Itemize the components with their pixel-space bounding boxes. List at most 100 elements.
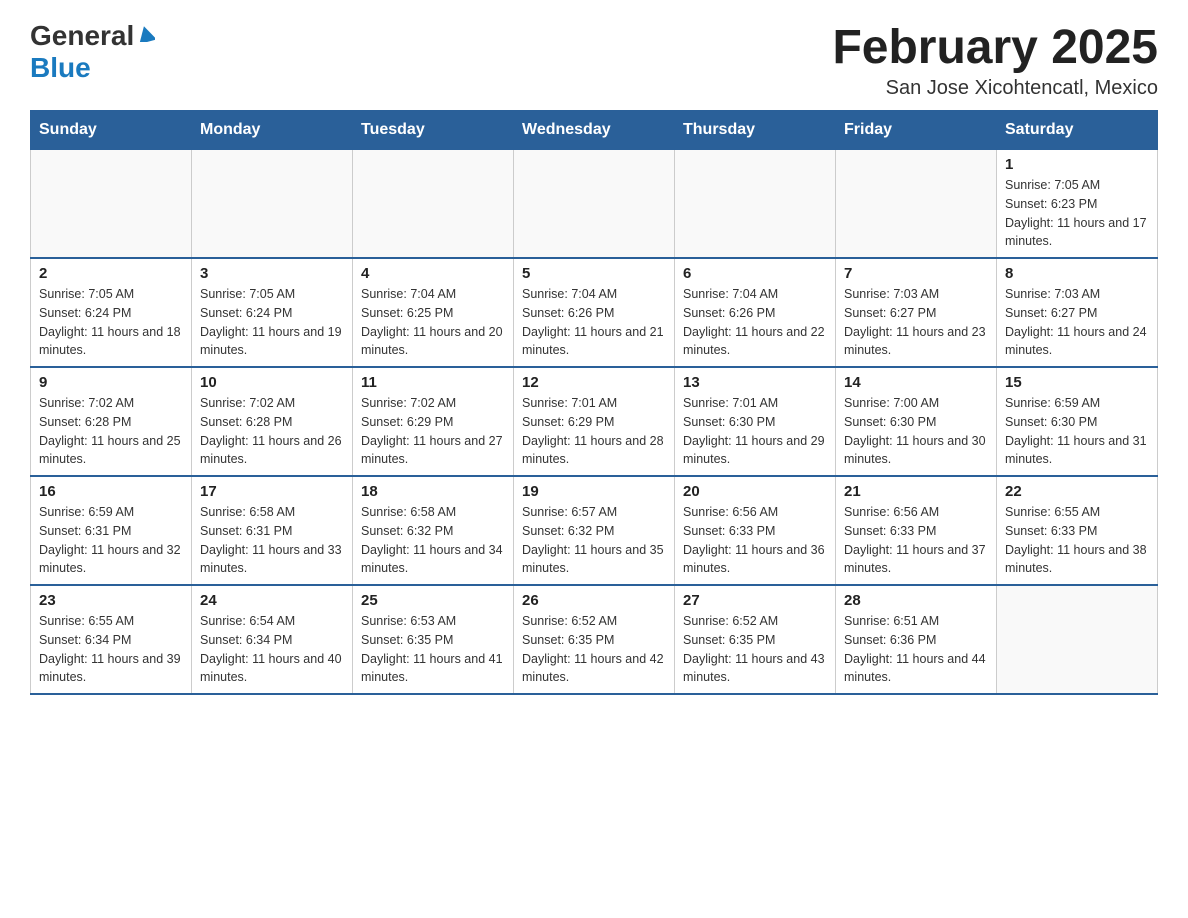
calendar-cell: 26 Sunrise: 6:52 AM Sunset: 6:35 PM Dayli… [514,585,675,694]
day-number: 2 [39,265,183,282]
day-number: 11 [361,374,505,391]
day-info: Sunrise: 6:55 AM Sunset: 6:34 PM Dayligh… [39,612,183,687]
day-info: Sunrise: 7:02 AM Sunset: 6:29 PM Dayligh… [361,394,505,469]
day-number: 13 [683,374,827,391]
calendar-week-row: 16 Sunrise: 6:59 AM Sunset: 6:31 PM Dayli… [31,476,1158,585]
day-info: Sunrise: 6:52 AM Sunset: 6:35 PM Dayligh… [522,612,666,687]
calendar-cell [353,150,514,259]
calendar-cell: 13 Sunrise: 7:01 AM Sunset: 6:30 PM Dayli… [675,367,836,476]
day-info: Sunrise: 7:04 AM Sunset: 6:25 PM Dayligh… [361,285,505,360]
logo-triangle-icon [137,26,155,47]
calendar-cell: 15Sunrise: 6:59 AM Sunset: 6:30 PM Dayli… [997,367,1158,476]
day-number: 3 [200,265,344,282]
day-number: 19 [522,483,666,500]
calendar-cell [836,150,997,259]
calendar-cell [675,150,836,259]
day-info: Sunrise: 6:52 AM Sunset: 6:35 PM Dayligh… [683,612,827,687]
day-info: Sunrise: 6:58 AM Sunset: 6:32 PM Dayligh… [361,503,505,578]
day-info: Sunrise: 6:57 AM Sunset: 6:32 PM Dayligh… [522,503,666,578]
day-number: 10 [200,374,344,391]
day-number: 7 [844,265,988,282]
day-info: Sunrise: 7:02 AM Sunset: 6:28 PM Dayligh… [39,394,183,469]
day-info: Sunrise: 7:01 AM Sunset: 6:29 PM Dayligh… [522,394,666,469]
day-info: Sunrise: 7:03 AM Sunset: 6:27 PM Dayligh… [1005,285,1149,360]
calendar-cell [514,150,675,259]
weekday-header-tuesday: Tuesday [353,111,514,150]
calendar-cell: 20 Sunrise: 6:56 AM Sunset: 6:33 PM Dayli… [675,476,836,585]
day-info: Sunrise: 6:51 AM Sunset: 6:36 PM Dayligh… [844,612,988,687]
day-number: 18 [361,483,505,500]
page-header: General Blue February 2025 San Jose Xico… [30,20,1158,100]
day-info: Sunrise: 7:01 AM Sunset: 6:30 PM Dayligh… [683,394,827,469]
day-number: 16 [39,483,183,500]
weekday-header-sunday: Sunday [31,111,192,150]
calendar-cell: 19 Sunrise: 6:57 AM Sunset: 6:32 PM Dayli… [514,476,675,585]
calendar-header-row: SundayMondayTuesdayWednesdayThursdayFrid… [31,111,1158,150]
weekday-header-thursday: Thursday [675,111,836,150]
calendar-cell: 8Sunrise: 7:03 AM Sunset: 6:27 PM Daylig… [997,258,1158,367]
day-number: 5 [522,265,666,282]
day-info: Sunrise: 7:05 AM Sunset: 6:23 PM Dayligh… [1005,176,1149,251]
calendar-cell [997,585,1158,694]
logo-blue-text: Blue [30,52,91,83]
calendar-cell: 11 Sunrise: 7:02 AM Sunset: 6:29 PM Dayli… [353,367,514,476]
day-info: Sunrise: 7:00 AM Sunset: 6:30 PM Dayligh… [844,394,988,469]
day-number: 6 [683,265,827,282]
day-info: Sunrise: 7:05 AM Sunset: 6:24 PM Dayligh… [200,285,344,360]
calendar-cell: 7 Sunrise: 7:03 AM Sunset: 6:27 PM Daylig… [836,258,997,367]
day-info: Sunrise: 7:04 AM Sunset: 6:26 PM Dayligh… [683,285,827,360]
day-number: 21 [844,483,988,500]
day-info: Sunrise: 6:56 AM Sunset: 6:33 PM Dayligh… [844,503,988,578]
day-number: 1 [1005,156,1149,173]
day-info: Sunrise: 6:53 AM Sunset: 6:35 PM Dayligh… [361,612,505,687]
day-number: 12 [522,374,666,391]
day-info: Sunrise: 7:02 AM Sunset: 6:28 PM Dayligh… [200,394,344,469]
day-info: Sunrise: 7:03 AM Sunset: 6:27 PM Dayligh… [844,285,988,360]
day-info: Sunrise: 6:54 AM Sunset: 6:34 PM Dayligh… [200,612,344,687]
calendar-cell: 27 Sunrise: 6:52 AM Sunset: 6:35 PM Dayli… [675,585,836,694]
calendar-cell: 12 Sunrise: 7:01 AM Sunset: 6:29 PM Dayli… [514,367,675,476]
calendar-table: SundayMondayTuesdayWednesdayThursdayFrid… [30,110,1158,695]
calendar-cell: 3 Sunrise: 7:05 AM Sunset: 6:24 PM Daylig… [192,258,353,367]
calendar-cell: 1 Sunrise: 7:05 AM Sunset: 6:23 PM Daylig… [997,150,1158,259]
day-number: 23 [39,592,183,609]
calendar-cell: 14 Sunrise: 7:00 AM Sunset: 6:30 PM Dayli… [836,367,997,476]
day-number: 22 [1005,483,1149,500]
calendar-cell: 9 Sunrise: 7:02 AM Sunset: 6:28 PM Daylig… [31,367,192,476]
day-info: Sunrise: 6:58 AM Sunset: 6:31 PM Dayligh… [200,503,344,578]
calendar-cell: 6 Sunrise: 7:04 AM Sunset: 6:26 PM Daylig… [675,258,836,367]
day-info: Sunrise: 7:04 AM Sunset: 6:26 PM Dayligh… [522,285,666,360]
calendar-week-row: 9 Sunrise: 7:02 AM Sunset: 6:28 PM Daylig… [31,367,1158,476]
calendar-cell [192,150,353,259]
day-number: 26 [522,592,666,609]
calendar-cell: 24Sunrise: 6:54 AM Sunset: 6:34 PM Dayli… [192,585,353,694]
calendar-cell: 17 Sunrise: 6:58 AM Sunset: 6:31 PM Dayli… [192,476,353,585]
day-number: 14 [844,374,988,391]
weekday-header-monday: Monday [192,111,353,150]
calendar-cell: 18 Sunrise: 6:58 AM Sunset: 6:32 PM Dayli… [353,476,514,585]
day-info: Sunrise: 6:55 AM Sunset: 6:33 PM Dayligh… [1005,503,1149,578]
calendar-cell: 5 Sunrise: 7:04 AM Sunset: 6:26 PM Daylig… [514,258,675,367]
calendar-cell: 28 Sunrise: 6:51 AM Sunset: 6:36 PM Dayli… [836,585,997,694]
logo-general-text: General [30,20,134,52]
day-number: 17 [200,483,344,500]
day-number: 25 [361,592,505,609]
weekday-header-wednesday: Wednesday [514,111,675,150]
calendar-cell: 25 Sunrise: 6:53 AM Sunset: 6:35 PM Dayli… [353,585,514,694]
location-title: San Jose Xicohtencatl, Mexico [832,77,1158,100]
day-info: Sunrise: 6:59 AM Sunset: 6:31 PM Dayligh… [39,503,183,578]
calendar-cell: 4 Sunrise: 7:04 AM Sunset: 6:25 PM Daylig… [353,258,514,367]
calendar-cell: 2Sunrise: 7:05 AM Sunset: 6:24 PM Daylig… [31,258,192,367]
day-number: 27 [683,592,827,609]
calendar-cell: 22 Sunrise: 6:55 AM Sunset: 6:33 PM Dayli… [997,476,1158,585]
calendar-cell: 10 Sunrise: 7:02 AM Sunset: 6:28 PM Dayli… [192,367,353,476]
calendar-week-row: 1 Sunrise: 7:05 AM Sunset: 6:23 PM Daylig… [31,150,1158,259]
day-number: 9 [39,374,183,391]
day-number: 28 [844,592,988,609]
calendar-cell: 21 Sunrise: 6:56 AM Sunset: 6:33 PM Dayli… [836,476,997,585]
day-info: Sunrise: 6:56 AM Sunset: 6:33 PM Dayligh… [683,503,827,578]
day-number: 20 [683,483,827,500]
logo: General Blue [30,20,155,84]
day-number: 4 [361,265,505,282]
title-section: February 2025 San Jose Xicohtencatl, Mex… [832,20,1158,100]
